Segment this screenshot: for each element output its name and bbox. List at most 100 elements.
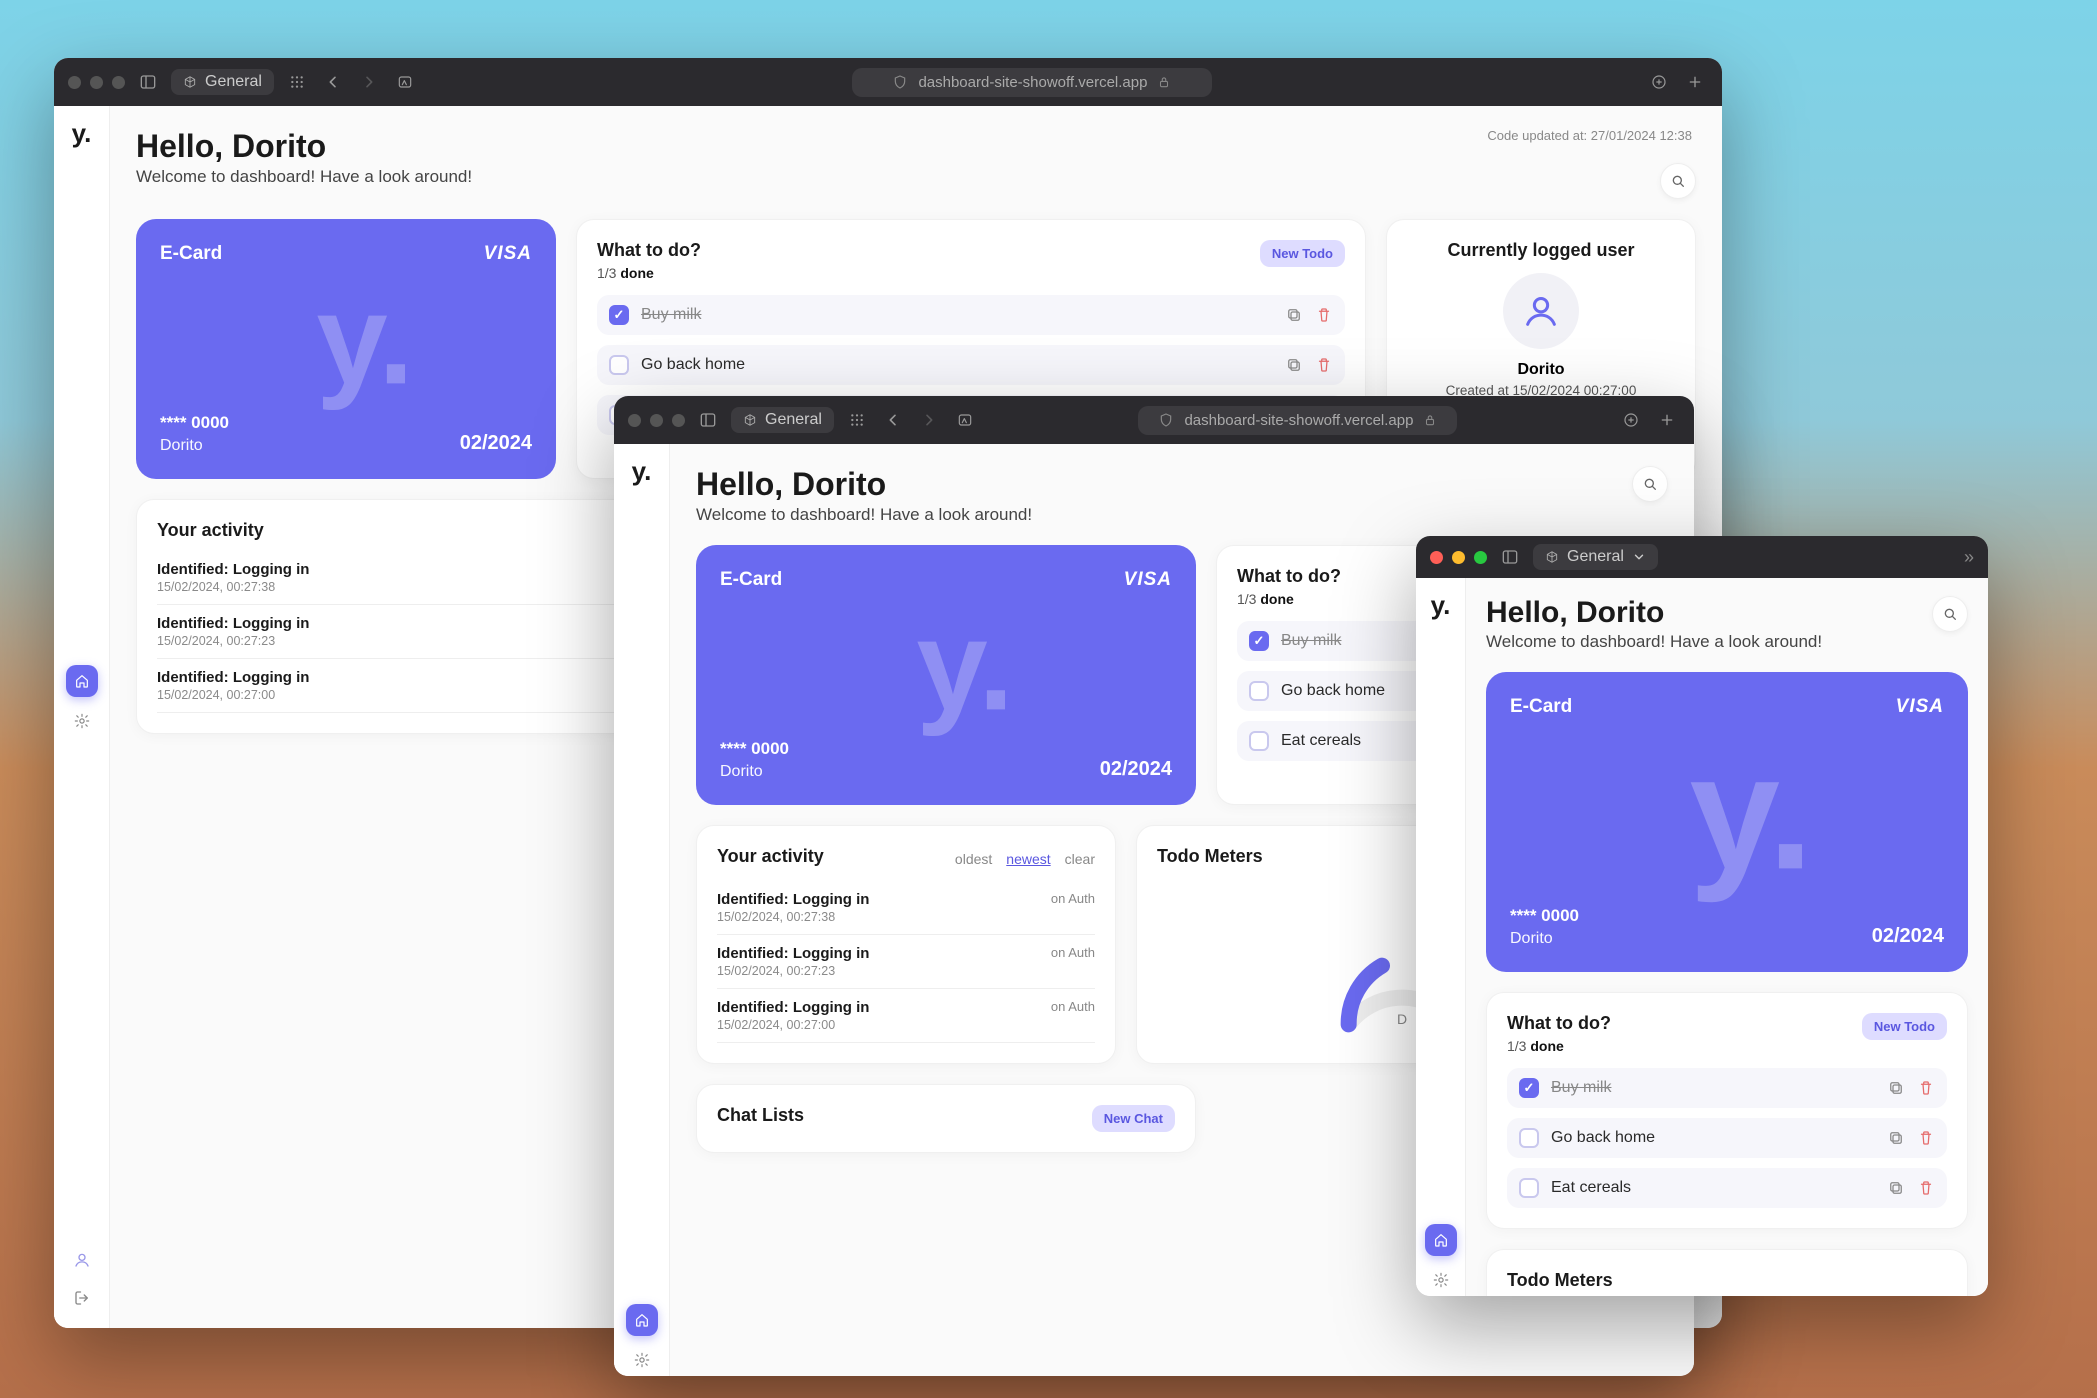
search-button[interactable] bbox=[1632, 466, 1668, 502]
maximize-dot[interactable] bbox=[672, 414, 685, 427]
todo-checkbox[interactable] bbox=[1249, 631, 1269, 651]
nav-settings-icon[interactable] bbox=[1425, 1264, 1457, 1296]
todo-checkbox[interactable] bbox=[609, 305, 629, 325]
trash-icon[interactable] bbox=[1917, 1079, 1935, 1097]
ecard-holder: Dorito bbox=[720, 763, 789, 781]
workspace-pill[interactable]: General bbox=[1533, 544, 1658, 570]
svg-text:y.: y. bbox=[316, 268, 413, 411]
nav-logout-icon[interactable] bbox=[68, 1284, 96, 1312]
minimize-dot[interactable] bbox=[650, 414, 663, 427]
todo-checkbox[interactable] bbox=[1519, 1178, 1539, 1198]
activity-date: 15/02/2024, 00:27:38 bbox=[157, 580, 309, 594]
traffic-lights bbox=[68, 76, 125, 89]
copy-icon[interactable] bbox=[1285, 356, 1303, 374]
nav-home-icon[interactable] bbox=[1425, 1224, 1457, 1256]
activity-date: 15/02/2024, 00:27:23 bbox=[717, 964, 869, 978]
nav-forward-icon[interactable] bbox=[356, 69, 382, 95]
copy-icon[interactable] bbox=[1887, 1129, 1905, 1147]
trash-icon[interactable] bbox=[1315, 356, 1333, 374]
trash-icon[interactable] bbox=[1315, 306, 1333, 324]
copy-icon[interactable] bbox=[1285, 306, 1303, 324]
filter-clear[interactable]: clear bbox=[1065, 851, 1095, 867]
tab-overview-icon[interactable] bbox=[952, 407, 978, 433]
new-tab-icon[interactable] bbox=[1654, 407, 1680, 433]
nav-home-icon[interactable] bbox=[66, 665, 98, 697]
ecard-expiry: 02/2024 bbox=[460, 432, 532, 455]
nav-settings-icon[interactable] bbox=[66, 705, 98, 737]
new-todo-button[interactable]: New Todo bbox=[1260, 240, 1345, 267]
close-dot[interactable] bbox=[68, 76, 81, 89]
activity-date: 15/02/2024, 00:27:23 bbox=[157, 634, 309, 648]
left-rail: y. bbox=[54, 106, 110, 1328]
nav-home-icon[interactable] bbox=[626, 1304, 658, 1336]
visa-logo: VISA bbox=[1124, 569, 1172, 591]
todo-title: What to do? bbox=[597, 240, 701, 261]
copy-icon[interactable] bbox=[1887, 1079, 1905, 1097]
todo-checkbox[interactable] bbox=[1519, 1078, 1539, 1098]
workspace-label: General bbox=[765, 411, 822, 429]
todo-progress-prefix: 1/3 bbox=[1237, 591, 1260, 607]
left-rail: y. bbox=[1416, 578, 1466, 1296]
search-button[interactable] bbox=[1932, 596, 1968, 632]
todo-checkbox[interactable] bbox=[609, 355, 629, 375]
nav-back-icon[interactable] bbox=[880, 407, 906, 433]
filter-newest[interactable]: newest bbox=[1006, 851, 1050, 867]
activity-event: Identified: Logging in bbox=[157, 561, 309, 578]
tab-overview-icon[interactable] bbox=[392, 69, 418, 95]
minimize-dot[interactable] bbox=[1452, 551, 1465, 564]
todo-checkbox[interactable] bbox=[1249, 681, 1269, 701]
activity-row: Identified: Logging in15/02/2024, 00:27:… bbox=[717, 881, 1095, 935]
todo-checkbox[interactable] bbox=[1249, 731, 1269, 751]
trash-icon[interactable] bbox=[1917, 1179, 1935, 1197]
maximize-dot[interactable] bbox=[112, 76, 125, 89]
filter-oldest[interactable]: oldest bbox=[955, 851, 992, 867]
page-header: Hello, Dorito Welcome to dashboard! Have… bbox=[696, 466, 1032, 525]
search-button[interactable] bbox=[1660, 163, 1696, 199]
avatar bbox=[1503, 273, 1579, 349]
new-chat-button[interactable]: New Chat bbox=[1092, 1105, 1175, 1132]
todo-text: Eat cereals bbox=[1551, 1179, 1875, 1197]
collapse-icon[interactable]: » bbox=[1964, 547, 1974, 568]
new-todo-button[interactable]: New Todo bbox=[1862, 1013, 1947, 1040]
close-dot[interactable] bbox=[1430, 551, 1443, 564]
page-title: Hello, Dorito bbox=[1486, 596, 1822, 630]
address-bar[interactable]: dashboard-site-showoff.vercel.app bbox=[428, 68, 1636, 97]
todo-progress-bold: done bbox=[1260, 591, 1293, 607]
activity-event: Identified: Logging in bbox=[157, 615, 309, 632]
trash-icon[interactable] bbox=[1917, 1129, 1935, 1147]
apps-grid-icon[interactable] bbox=[284, 69, 310, 95]
nav-profile-icon[interactable] bbox=[68, 1246, 96, 1274]
todo-progress-prefix: 1/3 bbox=[597, 265, 620, 281]
extensions-icon[interactable] bbox=[1646, 69, 1672, 95]
nav-forward-icon[interactable] bbox=[916, 407, 942, 433]
close-dot[interactable] bbox=[628, 414, 641, 427]
sidebar-toggle-icon[interactable] bbox=[135, 69, 161, 95]
traffic-lights bbox=[1430, 551, 1487, 564]
user-icon bbox=[1521, 291, 1561, 331]
todo-text: Buy milk bbox=[1551, 1079, 1875, 1097]
cube-icon bbox=[1545, 550, 1559, 564]
workspace-pill[interactable]: General bbox=[731, 407, 834, 433]
apps-grid-icon[interactable] bbox=[844, 407, 870, 433]
extensions-icon[interactable] bbox=[1618, 407, 1644, 433]
e-card: E-Card VISA y. **** 0000 Dorito 02/2024 bbox=[696, 545, 1196, 805]
page-title: Hello, Dorito bbox=[136, 128, 472, 165]
new-tab-icon[interactable] bbox=[1682, 69, 1708, 95]
maximize-dot[interactable] bbox=[1474, 551, 1487, 564]
nav-back-icon[interactable] bbox=[320, 69, 346, 95]
copy-icon[interactable] bbox=[1887, 1179, 1905, 1197]
minimize-dot[interactable] bbox=[90, 76, 103, 89]
sidebar-toggle-icon[interactable] bbox=[695, 407, 721, 433]
todo-checkbox[interactable] bbox=[1519, 1128, 1539, 1148]
nav-settings-icon[interactable] bbox=[626, 1344, 658, 1376]
address-bar[interactable]: dashboard-site-showoff.vercel.app bbox=[988, 406, 1608, 435]
site-shield-icon bbox=[1158, 412, 1174, 428]
svg-text:y.: y. bbox=[1689, 721, 1813, 903]
traffic-lights bbox=[628, 414, 685, 427]
activity-source: on Auth bbox=[1051, 945, 1095, 960]
ecard-holder: Dorito bbox=[1510, 930, 1579, 948]
workspace-pill[interactable]: General bbox=[171, 69, 274, 95]
todo-text: Buy milk bbox=[641, 306, 1273, 324]
user-card-title: Currently logged user bbox=[1407, 240, 1675, 261]
sidebar-toggle-icon[interactable] bbox=[1497, 544, 1523, 570]
